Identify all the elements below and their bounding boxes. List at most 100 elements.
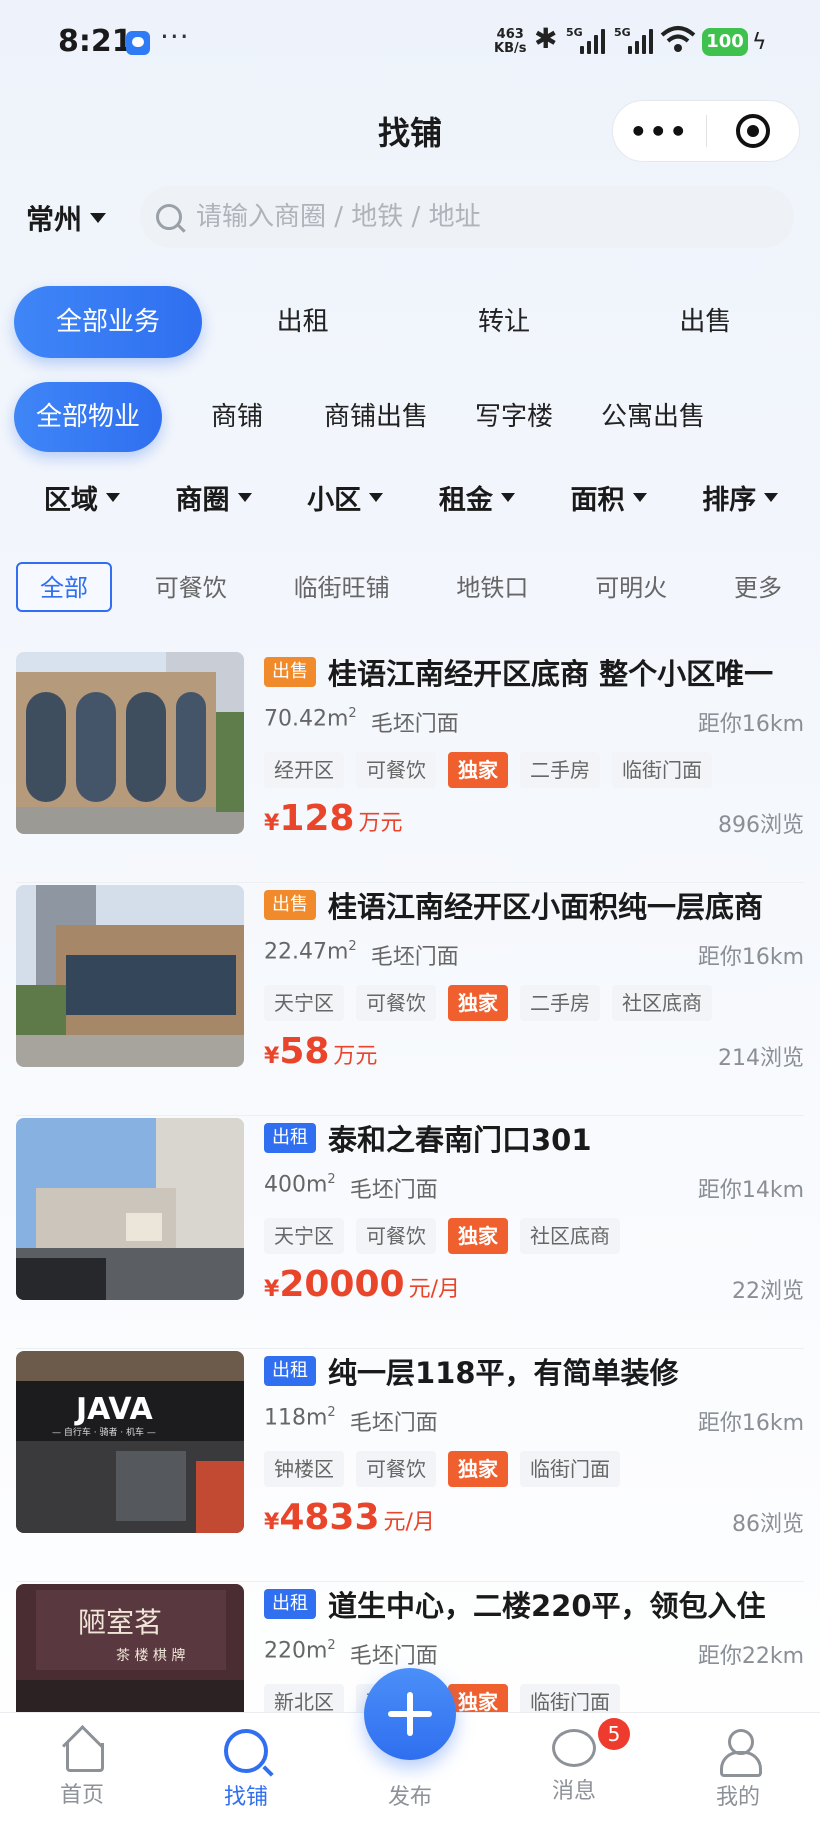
listing-title: 纯一层118平，有简单装修 bbox=[328, 1356, 679, 1390]
listing-photo: 陋室茗 茶 楼 棋 牌 bbox=[16, 1584, 244, 1714]
network-speed: 463 KB/s bbox=[494, 28, 526, 56]
tag: 经开区 bbox=[264, 752, 344, 788]
list-item[interactable]: 出售 桂语江南经开区底商 整个小区唯一 70.42m2 毛坯门面 距你16km … bbox=[16, 650, 804, 883]
listing-area: 70.42m2 bbox=[264, 706, 357, 738]
filter-business-area[interactable]: 商圈 bbox=[148, 478, 280, 517]
area-value: 400m bbox=[264, 1172, 328, 1198]
tab-publish-label: 发布 bbox=[387, 1785, 432, 1810]
tag: 社区底商 bbox=[612, 985, 712, 1021]
tab-find-shop-label: 找铺 bbox=[223, 1785, 268, 1810]
filter-label: 排序 bbox=[702, 485, 757, 516]
tab-messages-label: 消息 bbox=[551, 1779, 596, 1804]
listing-decor: 毛坯门面 bbox=[349, 1178, 438, 1203]
close-mini-program-button[interactable] bbox=[707, 114, 800, 148]
caret-down-icon bbox=[500, 493, 515, 502]
currency-symbol: ¥ bbox=[264, 1510, 280, 1535]
list-item[interactable]: JAVA — 自行车 · 骑者 · 机车 — 出租 纯一层118平，有简单装修 … bbox=[16, 1349, 804, 1582]
chip-more[interactable]: 更多 bbox=[710, 562, 806, 612]
listing-area: 400m2 bbox=[264, 1172, 336, 1204]
type-badge: 出租 bbox=[264, 1356, 316, 1386]
listing-area: 118m2 bbox=[264, 1405, 336, 1437]
tab-shop-sale[interactable]: 商铺出售 bbox=[312, 382, 440, 452]
network-speed-unit: KB/s bbox=[494, 41, 527, 56]
list-item[interactable]: 出售 桂语江南经开区小面积纯一层底商 22.47m2 毛坯门面 距你16km 天… bbox=[16, 883, 804, 1116]
chip-dining[interactable]: 可餐饮 bbox=[131, 562, 251, 612]
filter-label: 面积 bbox=[570, 485, 625, 516]
java-sign-text: JAVA bbox=[74, 1392, 154, 1427]
java-sign-subtext: — 自行车 · 骑者 · 机车 — bbox=[52, 1426, 156, 1438]
type-badge: 出售 bbox=[264, 657, 316, 687]
tab-all-business[interactable]: 全部业务 bbox=[14, 286, 202, 358]
tea-sign-text: 陋室茗 bbox=[78, 1606, 162, 1639]
chip-street-front[interactable]: 临街旺铺 bbox=[270, 562, 414, 612]
price-value: 20000 bbox=[279, 1264, 405, 1305]
tag: 可餐饮 bbox=[356, 1451, 436, 1487]
area-value: 220m bbox=[264, 1638, 328, 1664]
tag: 钟楼区 bbox=[264, 1451, 344, 1487]
tag: 临街门面 bbox=[520, 1451, 620, 1487]
tab-apartment-sale[interactable]: 公寓出售 bbox=[588, 382, 718, 452]
filter-district[interactable]: 区域 bbox=[16, 478, 148, 517]
listing-decor: 毛坯门面 bbox=[349, 1644, 438, 1669]
listing-title: 泰和之春南门口301 bbox=[328, 1123, 592, 1157]
area-unit-sup: 2 bbox=[327, 1172, 336, 1187]
publish-button[interactable] bbox=[364, 1668, 456, 1760]
type-badge: 出租 bbox=[264, 1123, 316, 1153]
exclusive-tag: 独家 bbox=[448, 985, 508, 1021]
listing-title: 道生中心，二楼220平，领包入住 bbox=[328, 1589, 766, 1623]
view-count: 896浏览 bbox=[718, 813, 804, 838]
network-speed-value: 463 bbox=[496, 27, 524, 42]
tea-sign-subtext: 茶 楼 棋 牌 bbox=[116, 1647, 185, 1664]
tab-shop[interactable]: 商铺 bbox=[162, 382, 312, 452]
tab-messages[interactable]: 消息 bbox=[492, 1713, 656, 1822]
filter-community[interactable]: 小区 bbox=[279, 478, 411, 517]
listing-distance: 距你16km bbox=[697, 1411, 804, 1436]
tab-transfer[interactable]: 转让 bbox=[403, 286, 604, 358]
tag: 二手房 bbox=[520, 985, 600, 1021]
more-menu-button[interactable]: ••• bbox=[613, 115, 706, 148]
price-unit: 万元 bbox=[358, 811, 403, 836]
chip-metro[interactable]: 地铁口 bbox=[432, 562, 552, 612]
area-unit-sup: 2 bbox=[327, 1405, 336, 1420]
listing-photo: JAVA — 自行车 · 骑者 · 机车 — bbox=[16, 1351, 244, 1533]
tag: 二手房 bbox=[520, 752, 600, 788]
listing-decor: 毛坯门面 bbox=[370, 712, 459, 737]
area-unit-sup: 2 bbox=[348, 939, 357, 954]
charging-icon: ϟ bbox=[752, 30, 767, 55]
filter-sort[interactable]: 排序 bbox=[674, 478, 806, 517]
listing-list: 出售 桂语江南经开区底商 整个小区唯一 70.42m2 毛坯门面 距你16km … bbox=[16, 650, 804, 1815]
tab-mine[interactable]: 我的 bbox=[656, 1713, 820, 1822]
filter-area[interactable]: 面积 bbox=[543, 478, 675, 517]
listing-distance: 距你22km bbox=[697, 1644, 804, 1669]
filter-rent[interactable]: 租金 bbox=[411, 478, 543, 517]
tab-sale[interactable]: 出售 bbox=[605, 286, 806, 358]
currency-symbol: ¥ bbox=[264, 811, 280, 836]
tab-home[interactable]: 首页 bbox=[0, 1713, 164, 1822]
caret-down-icon bbox=[237, 493, 252, 502]
city-selector[interactable]: 常州 bbox=[26, 198, 107, 238]
listing-area: 22.47m2 bbox=[264, 939, 357, 971]
listing-distance: 距你16km bbox=[697, 945, 804, 970]
tag: 可餐饮 bbox=[356, 752, 436, 788]
view-count: 86浏览 bbox=[732, 1512, 804, 1537]
signal-bars-1-icon bbox=[580, 28, 605, 54]
filter-bar: 区域 商圈 小区 租金 面积 排序 bbox=[16, 478, 806, 517]
chip-open-fire[interactable]: 可明火 bbox=[571, 562, 691, 612]
bluetooth-icon: ✱ bbox=[534, 22, 558, 55]
quick-filter-chips: 全部 可餐饮 临街旺铺 地铁口 可明火 更多 bbox=[16, 562, 806, 612]
list-item[interactable]: 出租 泰和之春南门口301 400m2 毛坯门面 距你14km 天宁区 可餐饮 … bbox=[16, 1116, 804, 1349]
listing-price: ¥20000 元/月 bbox=[264, 1264, 460, 1305]
tab-rent[interactable]: 出租 bbox=[202, 286, 403, 358]
home-icon bbox=[62, 1729, 104, 1772]
price-unit: 元/月 bbox=[383, 1510, 435, 1535]
target-icon bbox=[735, 114, 770, 148]
search-bar[interactable] bbox=[140, 186, 794, 248]
city-label: 常州 bbox=[26, 203, 83, 236]
user-icon bbox=[718, 1729, 762, 1777]
tab-find-shop[interactable]: 找铺 bbox=[164, 1713, 328, 1822]
tab-all-property[interactable]: 全部物业 bbox=[14, 382, 162, 452]
tag: 临街门面 bbox=[612, 752, 712, 788]
chip-all[interactable]: 全部 bbox=[16, 562, 112, 612]
tab-office[interactable]: 写字楼 bbox=[440, 382, 588, 452]
search-input[interactable] bbox=[196, 202, 756, 232]
